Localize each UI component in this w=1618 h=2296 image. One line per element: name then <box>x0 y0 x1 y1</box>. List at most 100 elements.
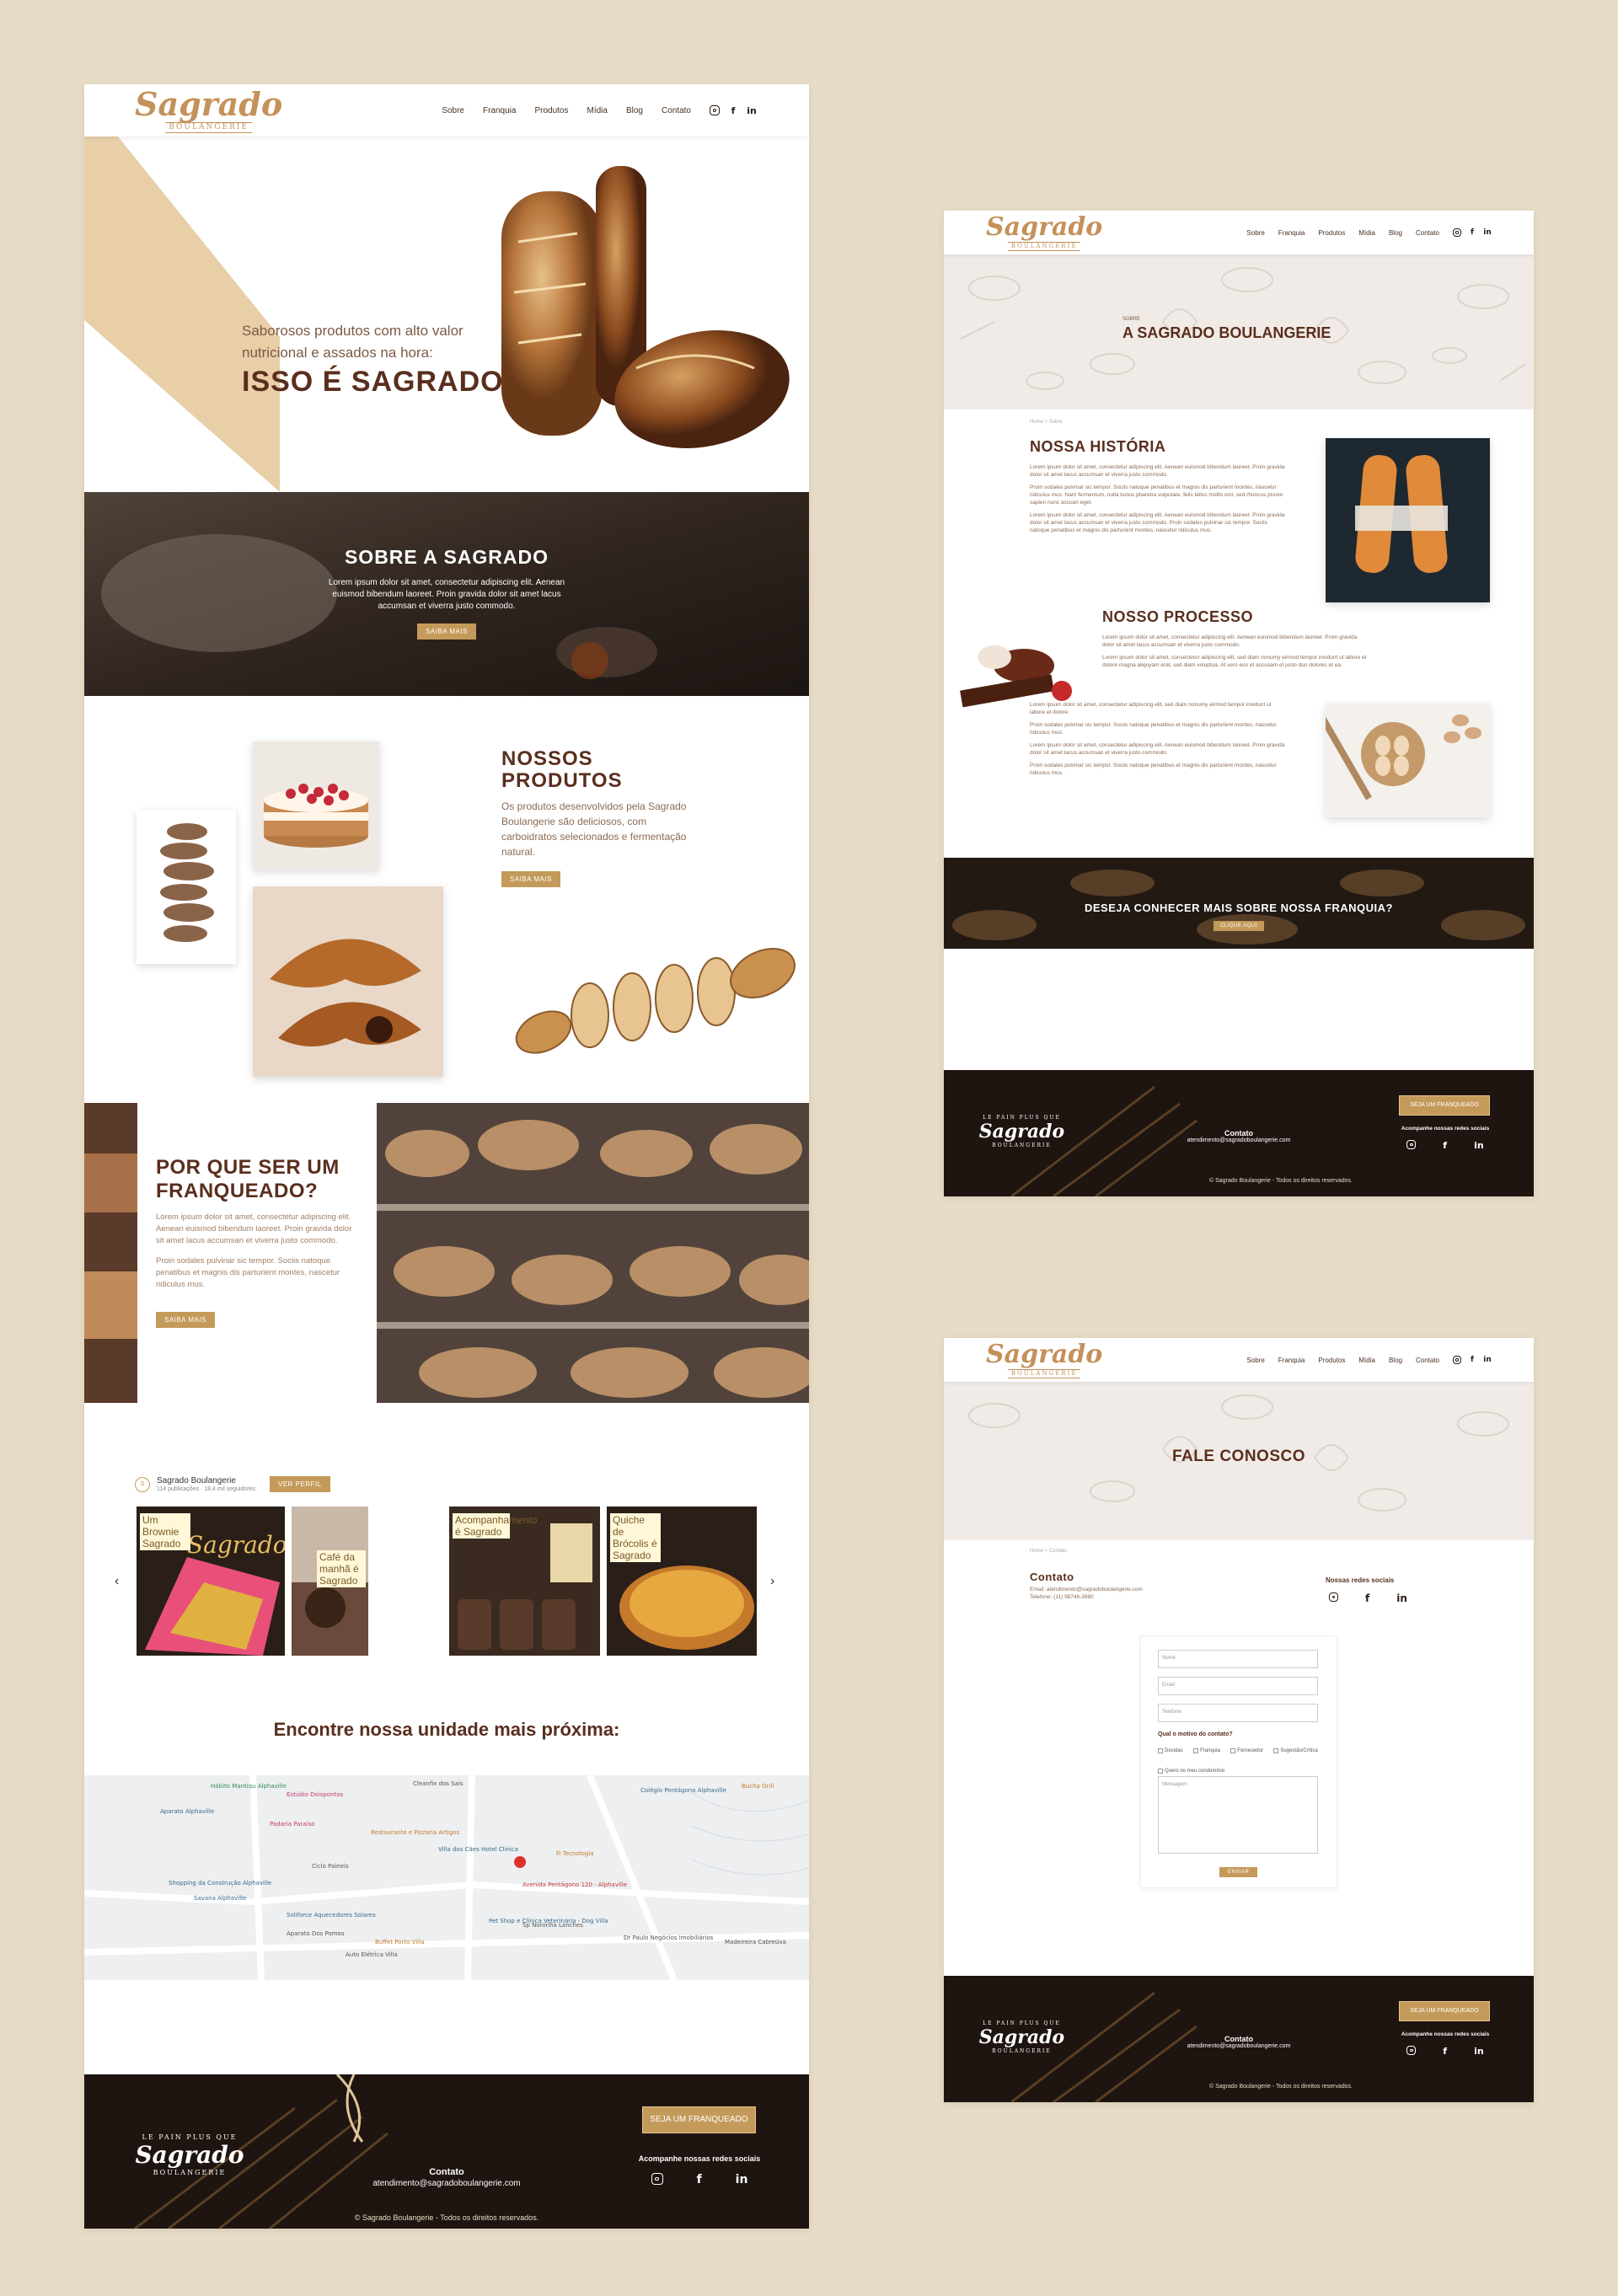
nav-franquia[interactable]: Franquia <box>1278 1357 1305 1364</box>
footer-copyright: © Sagrado Boulangerie - Todos os direito… <box>1208 1178 1353 1184</box>
nav-blog[interactable]: Blog <box>626 106 643 115</box>
svg-text:Sagrado: Sagrado <box>187 1531 285 1559</box>
svg-text:Restaurante e Pizzaria Artigos: Restaurante e Pizzaria Artigos <box>371 1829 459 1836</box>
nav-midia[interactable]: Mídia <box>1358 229 1375 237</box>
store-map[interactable]: Hábito Mantiqu Alphaville Shopping da Co… <box>84 1775 809 1980</box>
instagram-icon[interactable] <box>1329 1592 1338 1602</box>
instagram-icon[interactable] <box>1406 1140 1417 1149</box>
svg-text:Savana Alphaville: Savana Alphaville <box>194 1895 246 1902</box>
option-duvidas[interactable]: Dúvidas <box>1158 1748 1183 1753</box>
nav-sobre[interactable]: Sobre <box>1246 229 1264 237</box>
instagram-post-acompanhamento[interactable]: Acompanhamento é Sagrado <box>449 1507 600 1656</box>
nav-franquia[interactable]: Franquia <box>1278 229 1305 237</box>
logo-script: Sagrado <box>135 84 283 123</box>
facebook-icon[interactable]: f <box>1443 2046 1447 2057</box>
instagram-icon[interactable] <box>710 105 720 115</box>
enviar-button[interactable]: ENVIAR <box>1219 1867 1258 1877</box>
main-nav: Sobre Franquia Produtos Mídia Blog Conta… <box>1233 1356 1492 1364</box>
seja-franqueado-button[interactable]: SEJA UM FRANQUEADO <box>642 2106 756 2133</box>
carousel-prev-icon[interactable]: ‹ <box>115 1574 119 1589</box>
contact-social: Nossas redes sociais f in <box>1326 1576 1407 1604</box>
svg-text:Estúdio Doispontos: Estúdio Doispontos <box>287 1791 344 1798</box>
instagram-icon[interactable] <box>1406 2046 1417 2055</box>
sobre-saiba-mais-button[interactable]: SAIBA MAIS <box>417 624 476 640</box>
instagram-post-cafe[interactable]: Café da manhã é Sagrado <box>292 1507 368 1656</box>
hero-bread-image <box>501 166 790 449</box>
svg-text:Soliforce Aquecedores Solares: Soliforce Aquecedores Solares <box>287 1912 376 1919</box>
option-sugestao[interactable]: Sugestão/Crítica <box>1273 1748 1318 1753</box>
option-condominio[interactable]: Quero no meu condomínio <box>1158 1769 1224 1774</box>
instagram-icon[interactable] <box>1453 1356 1461 1364</box>
facebook-icon[interactable]: f <box>697 2173 702 2186</box>
instagram-icon[interactable] <box>1453 228 1461 237</box>
nav-contato[interactable]: Contato <box>1416 229 1439 237</box>
carousel-next-icon[interactable]: › <box>770 1574 774 1589</box>
option-fornecedor[interactable]: Fornecedor <box>1230 1748 1263 1753</box>
franquia-title: POR QUE SER UM FRANQUEADO? <box>156 1156 340 1202</box>
nav-produtos[interactable]: Produtos <box>534 106 568 115</box>
breadcrumb[interactable]: Home > Sobre <box>1030 420 1063 425</box>
nav-midia[interactable]: Mídia <box>1358 1357 1375 1364</box>
facebook-icon[interactable]: f <box>1468 1356 1476 1364</box>
instagram-post-brownie[interactable]: Sagrado Um Brownie Sagrado <box>137 1507 285 1656</box>
svg-text:Dr Paulo Negócios Imobiliários: Dr Paulo Negócios Imobiliários <box>624 1935 714 1941</box>
franquia-saiba-mais-button[interactable]: SAIBA MAIS <box>156 1312 215 1328</box>
franquia-cta-title: DESEJA CONHECER MAIS SOBRE NOSSA FRANQUI… <box>1084 902 1393 914</box>
telefone-input[interactable]: Telefone <box>1158 1704 1318 1722</box>
product-photo-cake <box>253 741 379 870</box>
email-input[interactable]: Email <box>1158 1677 1318 1695</box>
nav-sobre[interactable]: Sobre <box>1246 1357 1264 1364</box>
facebook-icon[interactable]: f <box>1468 228 1476 237</box>
linkedin-icon[interactable]: in <box>736 2173 748 2186</box>
about-banner: SOBRE A SAGRADO BOULANGERIE <box>944 254 1534 409</box>
facebook-icon[interactable]: f <box>1443 1140 1447 1151</box>
facebook-icon[interactable]: f <box>728 105 738 116</box>
breadcrumb[interactable]: Home > Contato <box>1030 1549 1067 1554</box>
contact-footer: LE PAIN PLUS QUE Sagrado BOULANGERIE Con… <box>944 1976 1534 2102</box>
home-page: Sagrado BOULANGERIE Sobre Franquia Produ… <box>84 84 809 2229</box>
nav-produtos[interactable]: Produtos <box>1318 1357 1345 1364</box>
nav-contato[interactable]: Contato <box>662 106 691 115</box>
sobre-text: Lorem ipsum dolor sit amet, consectetur … <box>328 578 565 611</box>
footer-copyright: © Sagrado Boulangerie - Todos os direito… <box>1208 2084 1353 2090</box>
linkedin-icon[interactable]: in <box>1483 1356 1492 1364</box>
seja-franqueado-button[interactable]: SEJA UM FRANQUEADO <box>1399 1095 1490 1116</box>
contact-info: Email: atendimento@sagradoboulangerie.co… <box>1030 1587 1143 1600</box>
facebook-icon[interactable]: f <box>1365 1592 1369 1604</box>
product-photo-croissants <box>253 886 443 1077</box>
nav-franquia[interactable]: Franquia <box>483 106 516 115</box>
nome-input[interactable]: Nome <box>1158 1650 1318 1668</box>
linkedin-icon[interactable]: in <box>747 105 757 116</box>
nav-sobre[interactable]: Sobre <box>442 106 464 115</box>
nav-blog[interactable]: Blog <box>1389 1357 1402 1364</box>
ver-perfil-button[interactable]: VER PERFIL <box>270 1476 330 1492</box>
about-footer: LE PAIN PLUS QUE Sagrado BOULANGERIE Con… <box>944 1070 1534 1196</box>
nav-blog[interactable]: Blog <box>1389 229 1402 237</box>
svg-text:Aparato Dos Pomos: Aparato Dos Pomos <box>287 1930 345 1937</box>
logo[interactable]: Sagrado BOULANGERIE <box>986 1341 1102 1378</box>
logo[interactable]: Sagrado BOULANGERIE <box>135 88 282 133</box>
mensagem-textarea[interactable]: Mensagem <box>1158 1776 1318 1854</box>
contact-banner: FALE CONOSCO <box>944 1382 1534 1540</box>
nav-contato[interactable]: Contato <box>1416 1357 1439 1364</box>
nav-midia[interactable]: Mídia <box>587 106 608 115</box>
motivo-label: Qual o motivo do contato? <box>1158 1731 1233 1737</box>
contact-title: FALE CONOSCO <box>1171 1448 1305 1465</box>
option-franquia[interactable]: Franquia <box>1193 1748 1220 1753</box>
about-pretitle: SOBRE <box>1122 317 1141 322</box>
linkedin-icon[interactable]: in <box>1396 1592 1407 1604</box>
instagram-post-quiche[interactable]: Quiche de Brócolis é Sagrado <box>607 1507 757 1656</box>
linkedin-icon[interactable]: in <box>1483 228 1492 237</box>
nav-produtos[interactable]: Produtos <box>1318 229 1345 237</box>
site-header: Sagrado BOULANGERIE Sobre Franquia Produ… <box>944 211 1534 254</box>
logo[interactable]: Sagrado BOULANGERIE <box>986 214 1102 251</box>
svg-text:Villa dos Cães Hotel Clínica: Villa dos Cães Hotel Clínica <box>438 1846 518 1853</box>
instagram-avatar: S <box>135 1476 150 1492</box>
produtos-saiba-mais-button[interactable]: SAIBA MAIS <box>501 871 560 887</box>
svg-text:Padaria Paraíso: Padaria Paraíso <box>270 1821 315 1828</box>
clique-aqui-button[interactable]: CLIQUE AQUI <box>1214 921 1264 931</box>
linkedin-icon[interactable]: in <box>1474 1140 1484 1151</box>
seja-franqueado-button[interactable]: SEJA UM FRANQUEADO <box>1399 2001 1490 2021</box>
instagram-icon[interactable] <box>651 2173 663 2185</box>
linkedin-icon[interactable]: in <box>1474 2046 1484 2057</box>
